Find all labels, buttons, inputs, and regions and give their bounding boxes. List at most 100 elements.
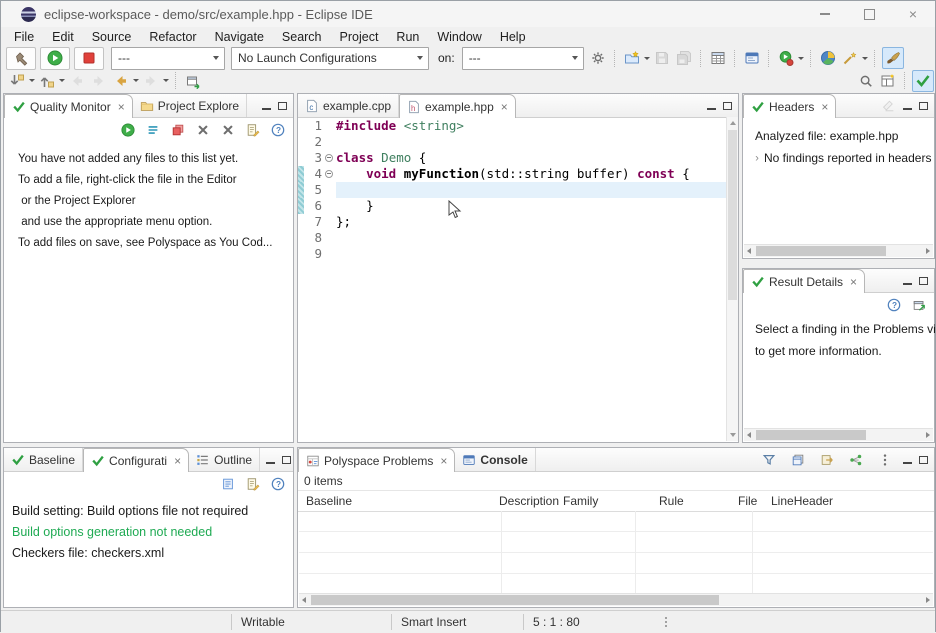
coverage-button[interactable] bbox=[818, 48, 838, 68]
tab-baseline[interactable]: Baseline bbox=[4, 448, 83, 471]
save-button[interactable] bbox=[652, 48, 672, 68]
minimize-view-button[interactable] bbox=[707, 102, 716, 110]
menu-item[interactable]: Navigate bbox=[206, 30, 273, 44]
tab-example-cpp[interactable]: example.cpp bbox=[298, 94, 399, 117]
close-icon[interactable]: × bbox=[850, 275, 857, 289]
edit-config-button[interactable] bbox=[243, 474, 263, 494]
maximize-view-button[interactable] bbox=[919, 456, 928, 464]
forward-history-button[interactable] bbox=[141, 71, 161, 91]
run-analysis-button[interactable] bbox=[40, 47, 70, 70]
help-button[interactable] bbox=[268, 120, 288, 140]
build-all-button[interactable] bbox=[708, 48, 728, 68]
save-all-button[interactable] bbox=[674, 48, 694, 68]
new-wizard-dropdown[interactable] bbox=[644, 57, 650, 60]
column-header[interactable]: Line bbox=[771, 494, 794, 508]
progress-trim-icon[interactable] bbox=[665, 615, 667, 629]
tab-result-details[interactable]: Result Details × bbox=[743, 269, 865, 293]
launch-settings-gear-button[interactable] bbox=[588, 48, 608, 68]
search-button[interactable] bbox=[856, 71, 876, 91]
minimize-button[interactable] bbox=[803, 1, 847, 27]
last-edit-location-button[interactable] bbox=[111, 71, 131, 91]
forward-button[interactable] bbox=[89, 71, 109, 91]
open-result-button[interactable] bbox=[909, 295, 929, 315]
menu-item[interactable]: Search bbox=[273, 30, 331, 44]
maximize-view-button[interactable] bbox=[278, 102, 287, 110]
close-icon[interactable]: × bbox=[501, 100, 508, 114]
menu-item[interactable]: Refactor bbox=[140, 30, 205, 44]
filter-button[interactable] bbox=[759, 450, 779, 470]
column-header[interactable]: Description bbox=[499, 494, 563, 508]
findings-row[interactable]: ›No findings reported in headers bbox=[755, 147, 934, 169]
run-monitor-button[interactable] bbox=[118, 120, 138, 140]
close-icon[interactable]: × bbox=[821, 100, 828, 114]
minimize-view-button[interactable] bbox=[903, 277, 912, 285]
column-header[interactable]: Rule bbox=[659, 494, 738, 508]
minimize-view-button[interactable] bbox=[262, 102, 271, 110]
next-annotation-dropdown[interactable] bbox=[29, 79, 35, 82]
back-button[interactable] bbox=[67, 71, 87, 91]
copy-button[interactable] bbox=[788, 450, 808, 470]
open-perspective-button[interactable] bbox=[878, 71, 898, 91]
menu-item[interactable]: Source bbox=[83, 30, 141, 44]
expand-chevron-icon[interactable]: › bbox=[755, 148, 759, 168]
close-icon[interactable]: × bbox=[174, 454, 181, 468]
editor-vertical-scrollbar[interactable] bbox=[726, 117, 738, 441]
clear-all-button[interactable] bbox=[218, 120, 238, 140]
menu-item[interactable]: Project bbox=[331, 30, 388, 44]
fold-marker-icon[interactable] bbox=[325, 170, 333, 178]
clear-headers-button[interactable] bbox=[882, 99, 896, 113]
run-dropdown[interactable] bbox=[798, 57, 804, 60]
headers-horizontal-scrollbar[interactable] bbox=[744, 244, 933, 257]
maximize-view-button[interactable] bbox=[919, 277, 928, 285]
previous-annotation-button[interactable] bbox=[37, 71, 57, 91]
menu-item[interactable]: File bbox=[5, 30, 43, 44]
build-project-button[interactable] bbox=[6, 47, 36, 70]
previous-annotation-dropdown[interactable] bbox=[59, 79, 65, 82]
minimize-view-button[interactable] bbox=[266, 456, 275, 464]
code-editor[interactable]: 1#include <string>23class Demo {4 void m… bbox=[298, 118, 738, 443]
forward-history-dropdown[interactable] bbox=[163, 79, 169, 82]
fold-marker-icon[interactable] bbox=[325, 154, 333, 162]
polyspace-perspective-button[interactable] bbox=[912, 70, 934, 92]
maximize-button[interactable] bbox=[847, 1, 891, 27]
polyspace-as-you-code-button[interactable] bbox=[882, 47, 904, 69]
column-header[interactable]: Baseline bbox=[306, 494, 499, 508]
build-configuration-combo[interactable]: --- bbox=[111, 47, 225, 70]
tab-outline[interactable]: Outline bbox=[189, 448, 260, 471]
tab-example-hpp[interactable]: example.hpp × bbox=[399, 94, 516, 118]
menu-item[interactable]: Window bbox=[428, 30, 490, 44]
column-header[interactable]: Header bbox=[794, 494, 833, 508]
edit-config-button[interactable] bbox=[243, 120, 263, 140]
result-details-horizontal-scrollbar[interactable] bbox=[744, 428, 933, 441]
close-icon[interactable]: × bbox=[440, 454, 447, 468]
help-button[interactable] bbox=[268, 474, 288, 494]
external-tools-button[interactable] bbox=[840, 48, 860, 68]
external-tools-dropdown[interactable] bbox=[862, 57, 868, 60]
maximize-view-button[interactable] bbox=[723, 102, 732, 110]
close-icon[interactable]: × bbox=[118, 100, 125, 114]
show-list-button[interactable] bbox=[143, 120, 163, 140]
back-history-dropdown[interactable] bbox=[133, 79, 139, 82]
view-menu-button[interactable] bbox=[875, 450, 895, 470]
new-wizard-button[interactable] bbox=[622, 48, 642, 68]
launch-configuration-combo[interactable]: No Launch Configurations bbox=[231, 47, 429, 70]
launch-target-combo[interactable]: --- bbox=[462, 47, 584, 70]
menu-item[interactable]: Run bbox=[387, 30, 428, 44]
minimize-view-button[interactable] bbox=[903, 102, 912, 110]
export-button[interactable] bbox=[817, 450, 837, 470]
run-button[interactable] bbox=[776, 48, 796, 68]
problems-horizontal-scrollbar[interactable] bbox=[299, 593, 933, 606]
tab-quality-monitor[interactable]: Quality Monitor × bbox=[4, 94, 133, 118]
column-header[interactable]: Family bbox=[563, 494, 659, 508]
next-annotation-button[interactable] bbox=[7, 71, 27, 91]
tab-polyspace-problems[interactable]: Polyspace Problems × bbox=[298, 448, 455, 472]
close-button[interactable]: × bbox=[891, 1, 935, 27]
tab-project-explorer[interactable]: Project Explore bbox=[133, 94, 247, 117]
menu-item[interactable]: Help bbox=[491, 30, 535, 44]
clear-button[interactable] bbox=[193, 120, 213, 140]
help-button[interactable] bbox=[884, 295, 904, 315]
show-report-button[interactable] bbox=[218, 474, 238, 494]
column-header[interactable]: File bbox=[738, 494, 771, 508]
tab-console[interactable]: Console bbox=[455, 448, 535, 471]
remove-files-button[interactable] bbox=[168, 120, 188, 140]
